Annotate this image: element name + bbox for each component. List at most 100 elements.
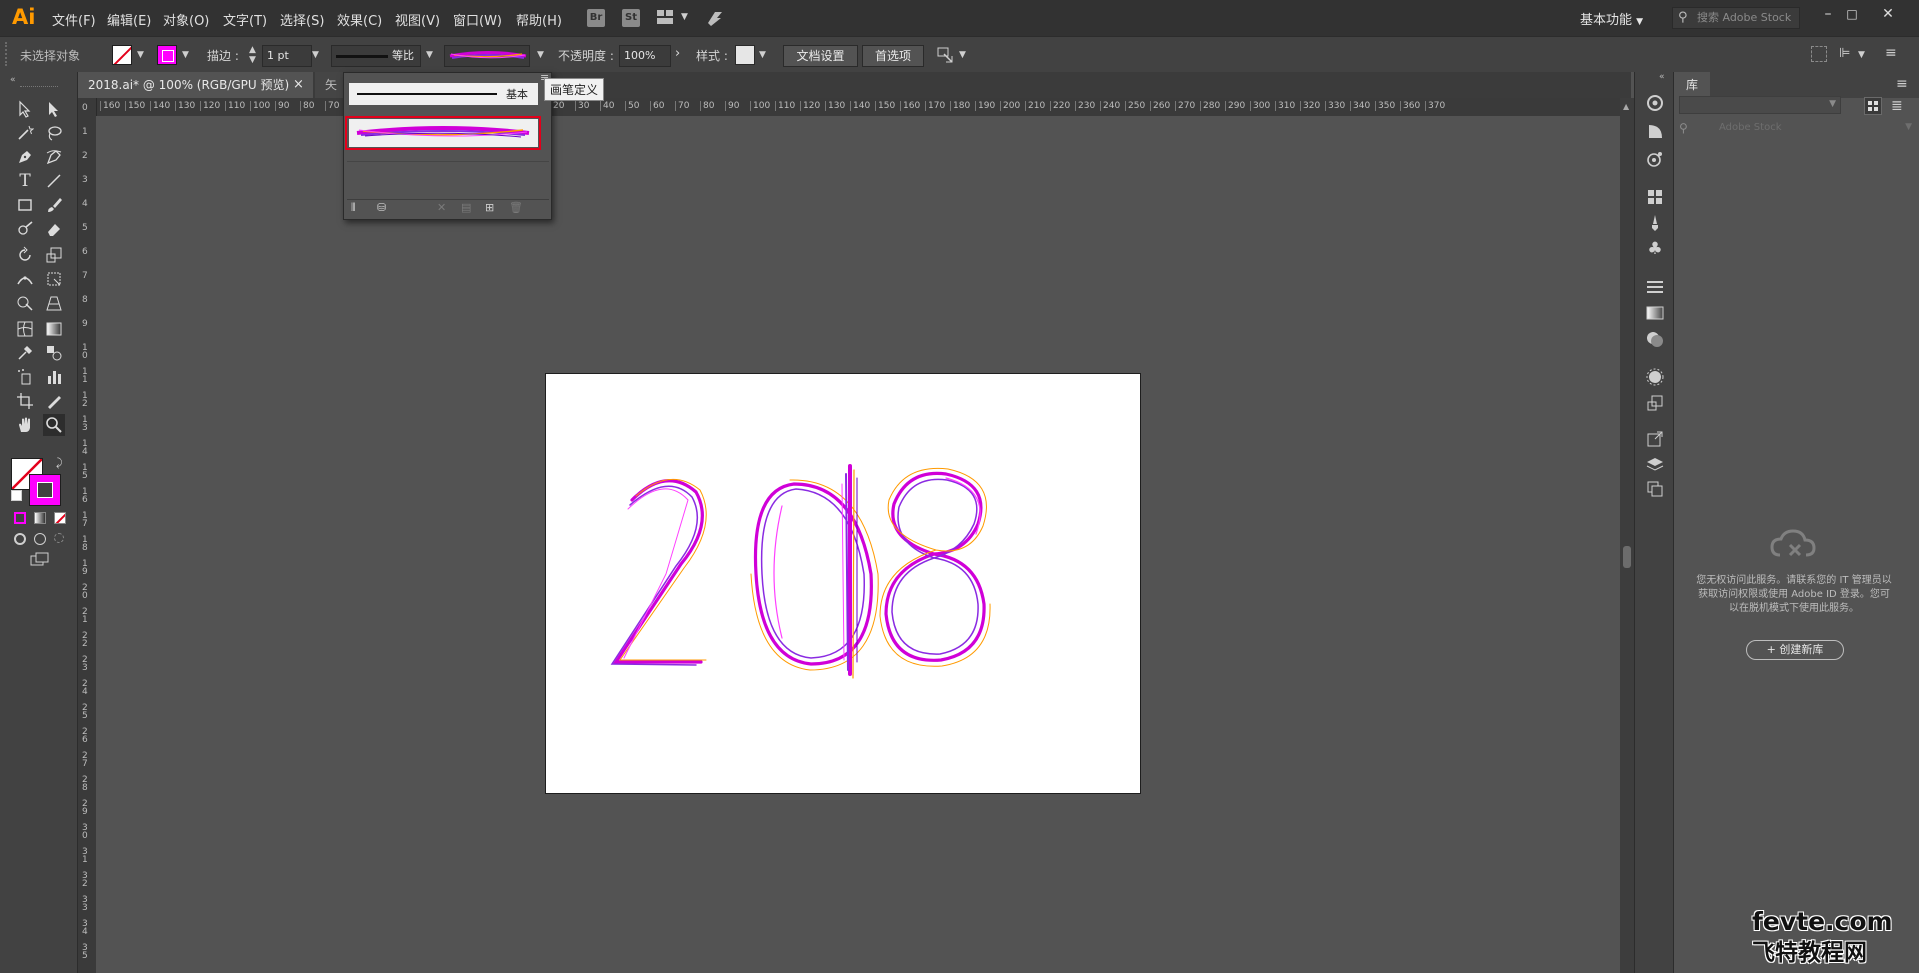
stroke-swatch[interactable] <box>157 45 177 65</box>
column-graph-tool-icon[interactable] <box>43 366 65 388</box>
mesh-tool-icon[interactable] <box>14 318 36 340</box>
lasso-tool-icon[interactable] <box>43 122 65 144</box>
arrange-documents-icon[interactable] <box>656 9 674 25</box>
minimize-button[interactable]: – <box>1817 5 1839 23</box>
library-search-input[interactable]: ⚲ Adobe Stock ▼ <box>1679 120 1912 138</box>
document-setup-button[interactable]: 文档设置 <box>783 45 858 67</box>
list-view-icon[interactable]: ≣ <box>1891 98 1903 114</box>
gradient-mode-icon[interactable] <box>34 512 46 524</box>
appearance-icon[interactable] <box>1646 150 1664 168</box>
width-tool-icon[interactable] <box>14 268 36 290</box>
default-colors-icon[interactable] <box>11 490 22 501</box>
slice-tool-icon[interactable] <box>43 390 65 412</box>
preferences-button[interactable]: 首选项 <box>862 45 924 67</box>
asset-export-icon[interactable] <box>1646 394 1664 412</box>
stock-search-input[interactable]: ⚲ 搜索 Adobe Stock <box>1672 7 1800 29</box>
chevron-down-icon[interactable]: ▼ <box>959 50 966 60</box>
tab-document-2018[interactable]: 2018.ai* @ 100% (RGB/GPU 预览) × <box>78 72 313 98</box>
fill-swatch[interactable] <box>112 45 132 65</box>
export-icon[interactable] <box>1646 430 1664 448</box>
grip-handle[interactable] <box>5 42 13 66</box>
expand-panels-icon[interactable]: « <box>1659 72 1665 82</box>
arrange-icon[interactable] <box>936 46 954 64</box>
grip-handle[interactable] <box>20 86 58 90</box>
chevron-down-icon[interactable]: ▼ <box>426 50 433 60</box>
zoom-tool-icon[interactable] <box>43 414 65 436</box>
gradient-tool-icon[interactable] <box>43 318 65 340</box>
menu-window[interactable]: 窗口(W) <box>453 10 502 29</box>
none-mode-icon[interactable] <box>54 512 66 524</box>
draw-inside-icon[interactable] <box>54 533 64 543</box>
blend-tool-icon[interactable] <box>43 342 65 364</box>
paintbrush-tool-icon[interactable] <box>43 194 65 216</box>
stroke-stepper-icon[interactable]: ▲ ▼ <box>249 45 256 65</box>
create-library-button[interactable]: + 创建新库 <box>1746 640 1844 660</box>
grid-view-icon[interactable] <box>1864 97 1882 115</box>
menu-effect[interactable]: 效果(C) <box>337 10 382 29</box>
stroke-color-box[interactable] <box>29 474 61 506</box>
swap-fill-stroke-icon[interactable]: ⤸ <box>56 456 63 470</box>
menu-view[interactable]: 视图(V) <box>395 10 440 29</box>
transparency-icon[interactable] <box>1646 330 1664 348</box>
rectangle-tool-icon[interactable] <box>14 194 36 216</box>
artboard-tool-icon[interactable] <box>14 390 36 412</box>
opacity-field[interactable]: 100% <box>619 45 671 67</box>
properties-icon[interactable] <box>1646 122 1664 140</box>
isolate-icon[interactable] <box>1811 46 1827 62</box>
menu-select[interactable]: 选择(S) <box>280 10 324 29</box>
chevron-down-icon[interactable]: ▼ <box>1858 50 1865 60</box>
eraser-tool-icon[interactable] <box>43 218 65 240</box>
brush-option-basic[interactable]: 基本 <box>349 83 538 105</box>
symbol-sprayer-tool-icon[interactable] <box>14 366 36 388</box>
rotate-tool-icon[interactable] <box>14 244 36 266</box>
layers-icon[interactable] <box>1646 456 1664 474</box>
gpu-performance-icon[interactable] <box>705 8 725 28</box>
stock-icon[interactable]: St <box>622 9 640 27</box>
scrollbar-thumb[interactable] <box>1623 546 1631 568</box>
options-icon[interactable]: ▤ <box>461 201 471 214</box>
pen-tool-icon[interactable] <box>14 146 36 168</box>
chevron-down-icon[interactable]: ▼ <box>312 50 319 60</box>
brushes-icon[interactable] <box>1646 214 1664 232</box>
screen-mode-icon[interactable] <box>30 552 50 566</box>
shape-builder-tool-icon[interactable] <box>14 292 36 314</box>
menu-edit[interactable]: 编辑(E) <box>107 10 151 29</box>
brush-libraries-icon[interactable]: ⫴ <box>351 201 356 215</box>
stroke-panel-icon[interactable] <box>1646 278 1664 296</box>
close-button[interactable]: ✕ <box>1877 5 1899 23</box>
scroll-up-icon[interactable]: ▲ <box>1623 102 1629 111</box>
line-segment-tool-icon[interactable] <box>43 170 65 192</box>
symbols-icon[interactable]: ♣ <box>1646 239 1664 259</box>
scale-tool-icon[interactable] <box>43 244 65 266</box>
swatches-icon[interactable] <box>1646 188 1664 206</box>
library-selector[interactable]: ▼ <box>1679 96 1841 114</box>
draw-behind-icon[interactable] <box>34 533 46 545</box>
draw-normal-icon[interactable] <box>14 533 26 545</box>
collapse-toolbar-icon[interactable]: « <box>10 75 16 85</box>
chevron-down-icon[interactable]: ▼ <box>537 50 544 60</box>
menu-object[interactable]: 对象(O) <box>163 10 209 29</box>
magic-wand-tool-icon[interactable] <box>14 122 36 144</box>
bridge-icon[interactable]: Br <box>587 9 605 27</box>
type-tool-icon[interactable]: T <box>14 170 36 192</box>
gradient-panel-icon[interactable] <box>1646 304 1664 322</box>
close-icon[interactable]: × <box>293 72 304 98</box>
align-icon[interactable]: ⊫ <box>1839 46 1850 61</box>
perspective-grid-tool-icon[interactable] <box>43 292 65 314</box>
menu-type[interactable]: 文字(T) <box>223 10 267 29</box>
stroke-weight-field[interactable]: 1 pt <box>262 45 312 67</box>
hand-tool-icon[interactable] <box>14 414 36 436</box>
maximize-button[interactable]: □ <box>1841 5 1863 23</box>
chevron-down-icon[interactable]: ▼ <box>182 50 189 60</box>
free-transform-tool-icon[interactable] <box>43 268 65 290</box>
color-guide-icon[interactable] <box>1646 94 1664 112</box>
brush-artwork-2018[interactable]: 2018 <box>546 374 1142 795</box>
remove-stroke-icon[interactable]: ✕ <box>437 201 446 214</box>
chevron-right-icon[interactable]: › <box>675 46 680 61</box>
workspace-switcher[interactable]: 基本功能 ▼ <box>1580 9 1643 28</box>
curvature-tool-icon[interactable] <box>43 146 65 168</box>
variable-width-profile[interactable]: 等比 <box>331 45 421 67</box>
tab-libraries[interactable]: 库 <box>1674 72 1710 98</box>
delete-icon[interactable]: 🗑 <box>509 201 523 214</box>
panel-menu-icon[interactable]: ≡ <box>1885 45 1897 61</box>
